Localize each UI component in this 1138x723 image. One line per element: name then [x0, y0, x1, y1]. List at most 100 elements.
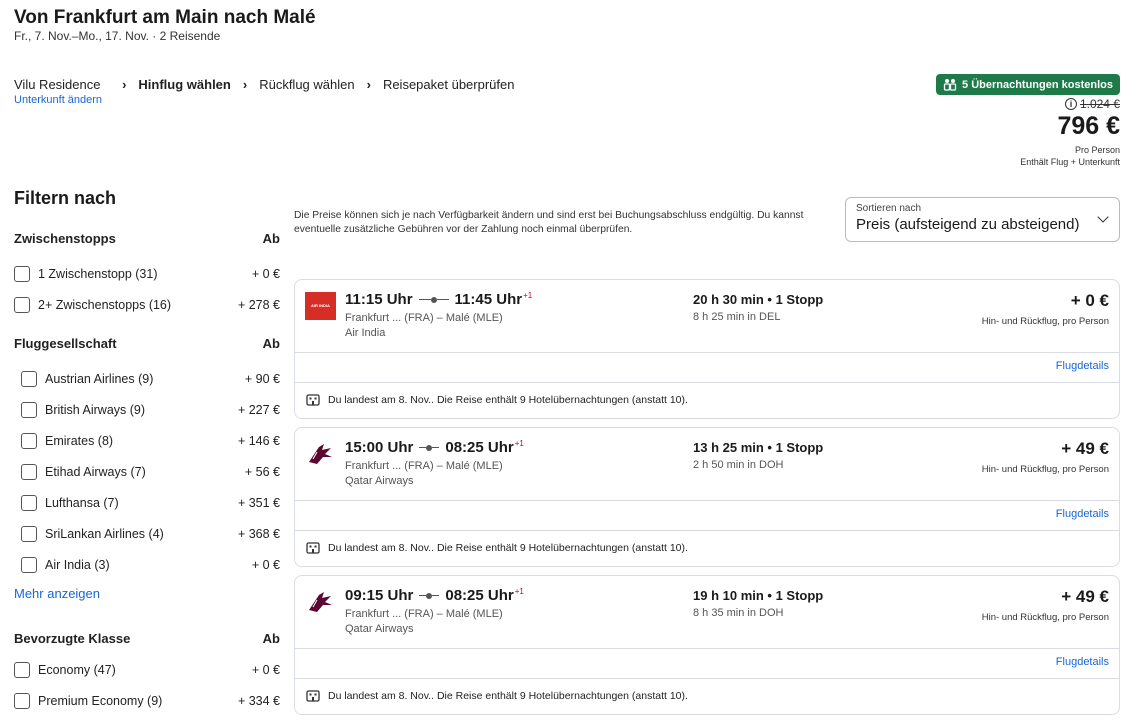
air-india-logo: AIR INDIA	[305, 292, 336, 320]
qatar-airways-logo	[309, 592, 332, 612]
show-more-airlines-link[interactable]: Mehr anzeigen	[14, 586, 280, 601]
filter-option-1-stop[interactable]: 1 Zwischenstopp (31) + 0 €	[14, 258, 280, 289]
filter-option-premium-economy[interactable]: Premium Economy (9) + 334 €	[14, 685, 280, 716]
flight-card[interactable]: 15:00 Uhr 08:25 Uhr+1 Frankfurt ... (FRA…	[294, 427, 1120, 567]
breadcrumb-step-review: Reisepaket überprüfen	[382, 77, 515, 92]
page-title: Von Frankfurt am Main nach Malé	[14, 7, 316, 28]
info-icon[interactable]: i	[1064, 98, 1077, 110]
flight-details-link[interactable]: Flugdetails	[1056, 656, 1109, 668]
route-airports: Frankfurt ... (FRA) – Malé (MLE)	[345, 608, 503, 620]
sort-dropdown[interactable]: Sortieren nach Preis (aufsteigend zu abs…	[845, 197, 1120, 242]
filter-title: Filtern nach	[14, 188, 117, 208]
option-price: + 227 €	[237, 402, 280, 417]
price-note: Hin- und Rückflug, pro Person	[981, 612, 1109, 623]
depart-time: 09:15 Uhr	[345, 587, 414, 604]
free-nights-label: 5 Übernachtungen kostenlos	[962, 78, 1113, 91]
option-label: Etihad Airways (7)	[45, 464, 146, 479]
checkbox[interactable]	[21, 432, 37, 449]
flight-price: + 49 €	[1061, 587, 1109, 606]
option-price: + 90 €	[244, 371, 280, 386]
filter-option-emirates[interactable]: Emirates (8) + 146 €	[14, 425, 280, 456]
flight-card[interactable]: AIR INDIA 11:15 Uhr 11:45 Uhr+1 Frankfur…	[294, 279, 1120, 419]
trip-summary: Fr., 7. Nov.–Mo., 17. Nov. · 2 Reisende	[14, 29, 221, 43]
option-label: 2+ Zwischenstopps (16)	[38, 297, 172, 312]
from-label: Ab	[262, 231, 280, 246]
route-line-icon	[419, 444, 440, 451]
option-price: + 351 €	[237, 495, 280, 510]
per-person-label: Pro Person	[1074, 145, 1120, 155]
divider	[295, 648, 1119, 649]
price-note: Hin- und Rückflug, pro Person	[981, 464, 1109, 475]
arrive-time: 11:45 Uhr	[454, 291, 523, 308]
option-price: + 334 €	[237, 693, 280, 708]
filter-option-srilankan[interactable]: SriLankan Airlines (4) + 368 €	[14, 518, 280, 549]
filter-option-british-airways[interactable]: British Airways (9) + 227 €	[14, 394, 280, 425]
filter-option-etihad[interactable]: Etihad Airways (7) + 56 €	[14, 456, 280, 487]
divider	[295, 530, 1119, 531]
option-label: British Airways (9)	[45, 402, 146, 417]
filter-option-2plus-stops[interactable]: 2+ Zwischenstopps (16) + 278 €	[14, 289, 280, 320]
checkbox[interactable]	[14, 661, 30, 678]
option-label: Economy (47)	[38, 662, 116, 677]
original-price-value: 1.024 €	[1079, 97, 1120, 111]
hotel-nights-note: Du landest am 8. Nov.. Die Reise enthält…	[328, 542, 688, 554]
flight-duration: 13 h 25 min • 1 Stopp	[693, 440, 824, 455]
breadcrumb-step-return: Rückflug wählen	[259, 77, 355, 92]
depart-time: 15:00 Uhr	[345, 439, 414, 456]
route-line-icon	[419, 592, 440, 599]
flight-card[interactable]: 09:15 Uhr 08:25 Uhr+1 Frankfurt ... (FRA…	[294, 575, 1120, 715]
total-price: 796 €	[1057, 112, 1120, 140]
flight-details-link[interactable]: Flugdetails	[1056, 360, 1109, 372]
cabin-heading: Bevorzugte Klasse	[14, 631, 131, 646]
option-price: + 368 €	[237, 526, 280, 541]
option-label: Austrian Airlines (9)	[45, 371, 154, 386]
flight-details-link[interactable]: Flugdetails	[1056, 508, 1109, 520]
flight-times: 09:15 Uhr 08:25 Uhr+1	[345, 587, 524, 604]
flight-duration: 19 h 10 min • 1 Stopp	[693, 588, 824, 603]
option-price: + 278 €	[237, 297, 280, 312]
chevron-right-icon: ›	[366, 77, 371, 92]
filter-option-austrian[interactable]: Austrian Airlines (9) + 90 €	[14, 363, 280, 394]
checkbox[interactable]	[14, 692, 30, 709]
checkbox[interactable]	[21, 401, 37, 418]
checkbox[interactable]	[21, 370, 37, 387]
filter-option-economy[interactable]: Economy (47) + 0 €	[14, 654, 280, 685]
qatar-airways-logo	[309, 444, 332, 464]
breadcrumb: Vilu Residence Unterkunft ändern › Hinfl…	[14, 77, 514, 106]
airline-heading: Fluggesellschaft	[14, 336, 117, 351]
checkbox[interactable]	[21, 494, 37, 511]
filter-option-lufthansa[interactable]: Lufthansa (7) + 351 €	[14, 487, 280, 518]
checkbox[interactable]	[21, 525, 37, 542]
from-label: Ab	[262, 336, 280, 351]
hotel-nights-note: Du landest am 8. Nov.. Die Reise enthält…	[328, 690, 688, 702]
breadcrumb-hotel[interactable]: Vilu Residence	[14, 77, 102, 92]
airline-name: Air India	[345, 327, 386, 339]
airline-name: Qatar Airways	[345, 475, 414, 487]
option-price: + 0 €	[251, 557, 280, 572]
divider	[295, 352, 1119, 353]
hotel-nights-note: Du landest am 8. Nov.. Die Reise enthält…	[328, 394, 688, 406]
change-accommodation-link[interactable]: Unterkunft ändern	[14, 94, 102, 106]
divider	[295, 382, 1119, 383]
checkbox[interactable]	[14, 265, 30, 282]
option-label: Premium Economy (9)	[38, 693, 163, 708]
layover-info: 2 h 50 min in DOH	[693, 459, 784, 471]
route-line-icon	[418, 296, 449, 303]
free-nights-badge: 5 Übernachtungen kostenlos	[936, 74, 1120, 95]
airline-name: Qatar Airways	[345, 623, 414, 635]
checkbox[interactable]	[14, 296, 30, 313]
option-label: 1 Zwischenstopp (31)	[38, 266, 158, 281]
chevron-right-icon: ›	[122, 77, 127, 92]
option-label: Air India (3)	[45, 557, 110, 572]
checkbox[interactable]	[21, 556, 37, 573]
arrive-time: 08:25 Uhr	[445, 587, 514, 604]
route-airports: Frankfurt ... (FRA) – Malé (MLE)	[345, 460, 503, 472]
filter-option-air-india[interactable]: Air India (3) + 0 €	[14, 549, 280, 580]
depart-time: 11:15 Uhr	[345, 291, 413, 308]
checkbox[interactable]	[21, 463, 37, 480]
arrive-time: 08:25 Uhr	[445, 439, 514, 456]
divider	[295, 678, 1119, 679]
flight-times: 11:15 Uhr 11:45 Uhr+1	[345, 291, 532, 308]
layover-info: 8 h 25 min in DEL	[693, 311, 781, 323]
filter-sidebar: Filtern nach Zwischenstopps Ab 1 Zwische…	[14, 188, 280, 716]
